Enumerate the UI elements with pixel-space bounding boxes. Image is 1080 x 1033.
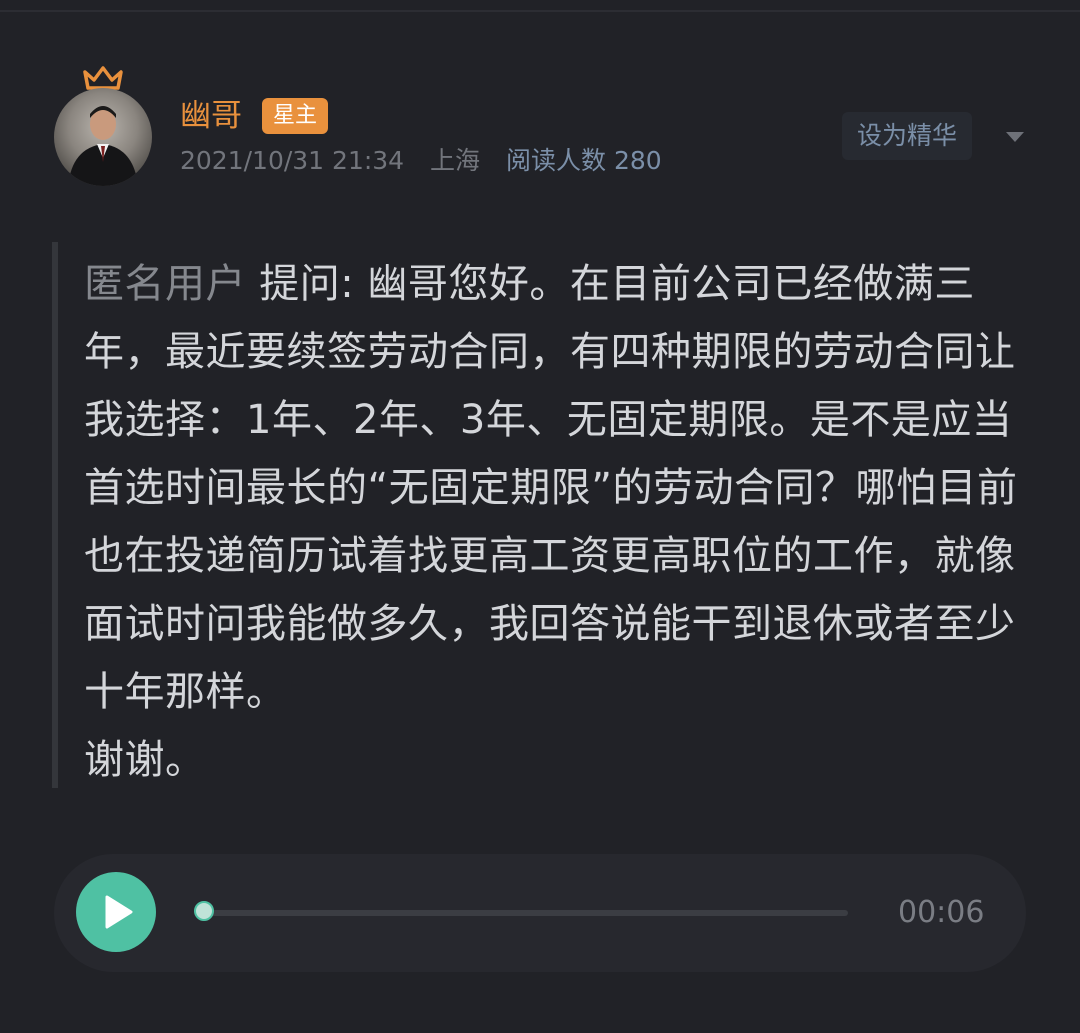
avatar-person-icon <box>68 106 138 186</box>
audio-progress-knob[interactable] <box>194 901 214 921</box>
question-block: 匿名用户 提问: 幽哥您好。在目前公司已经做满三年，最近要续签劳动合同，有四种期… <box>84 250 1034 794</box>
play-button[interactable] <box>76 872 156 952</box>
audio-duration: 00:06 <box>898 895 985 930</box>
post-meta: 2021/10/31 21:34 上海 阅读人数 280 <box>180 144 662 178</box>
post-location: 上海 <box>430 146 481 175</box>
post-datetime: 2021/10/31 21:34 <box>180 146 405 175</box>
audio-player: 00:06 <box>54 854 1026 972</box>
quote-bar <box>52 242 58 788</box>
read-count-link[interactable]: 阅读人数 280 <box>506 146 662 175</box>
author-name[interactable]: 幽哥 <box>180 96 242 136</box>
owner-badge: 星主 <box>262 98 329 134</box>
question-asker: 匿名用户 <box>84 261 260 307</box>
author-avatar-group[interactable] <box>54 64 152 186</box>
audio-progress-track[interactable] <box>204 910 848 916</box>
top-divider <box>0 0 1080 12</box>
play-icon <box>105 895 133 929</box>
avatar[interactable] <box>54 88 152 186</box>
chevron-down-icon[interactable] <box>1004 130 1026 144</box>
set-featured-button[interactable]: 设为精华 <box>842 112 972 160</box>
question-text: 提问: 幽哥您好。在目前公司已经做满三年，最近要续签劳动合同，有四种期限的劳动合… <box>84 261 1018 783</box>
